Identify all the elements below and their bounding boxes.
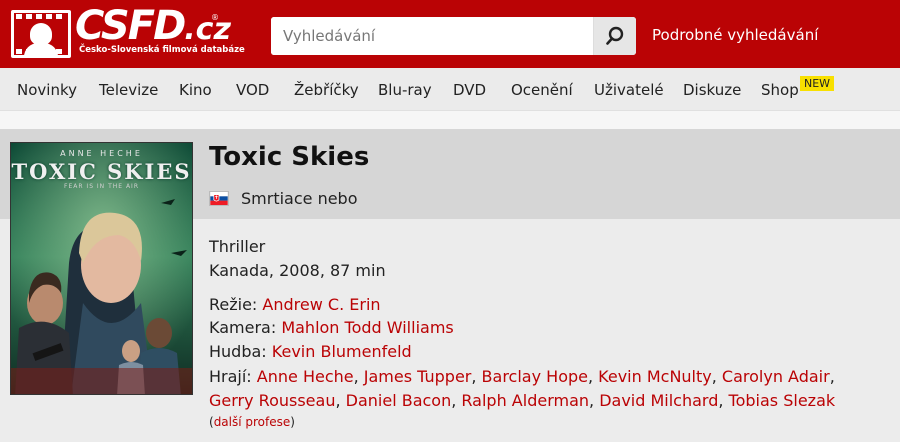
more-professions: (další profese) [209,415,295,429]
nav-item-diskuze[interactable]: Diskuze [683,81,741,99]
paren-close: ) [290,415,295,429]
poster-tagline: FEAR IS IN THE AIR [64,183,139,190]
nav-item-uzivatele[interactable]: Uživatelé [594,81,664,99]
cast-row: Hrají: Anne Heche, James Tupper, Barclay… [209,365,849,413]
camera-link[interactable]: Mahlon Todd Williams [281,318,453,337]
film-title: Toxic Skies [209,142,370,172]
cast-separator: , [451,391,462,410]
cast-link[interactable]: Carolyn Adair [722,367,830,386]
alt-title: Smrtiace nebo [241,189,358,208]
nav-item-kino[interactable]: Kino [179,81,212,99]
cast-separator: , [471,367,482,386]
person-icon-head [30,23,52,45]
nav-item-televize[interactable]: Televize [99,81,158,99]
nav-item-shop[interactable]: Shop [761,81,799,99]
film-genre: Thriller [209,237,266,256]
cast-label: Hrají: [209,367,252,386]
music-row: Hudba: Kevin Blumenfeld [209,342,412,361]
site-logo[interactable]: CSFD.cz ® Česko-Slovenská filmová databá… [11,4,245,60]
nav-item-novinky[interactable]: Novinky [17,81,77,99]
cast-separator: , [718,391,729,410]
nav-item-zebricky[interactable]: Žebříčky [294,81,359,99]
film-origin: Kanada, 2008, 87 min [209,261,386,280]
main-nav: Novinky Televize Kino VOD Žebříčky Blu-r… [0,68,900,111]
poster-actor-name: ANNE HECHE [60,149,143,158]
more-professions-link[interactable]: další profese [214,415,291,429]
poster-title: TOXIC SKIES [11,159,192,184]
cast-separator: , [711,367,722,386]
person-icon-body [24,43,58,57]
music-label: Hudba: [209,342,267,361]
camera-row: Kamera: Mahlon Todd Williams [209,318,454,337]
slovakia-flag-icon [209,191,229,206]
director-label: Režie: [209,295,258,314]
cast-link[interactable]: Anne Heche [257,367,354,386]
cast-separator: , [353,367,364,386]
cast-separator: , [589,391,600,410]
nav-item-bluray[interactable]: Blu-ray [378,81,432,99]
cast-link[interactable]: Gerry Rousseau [209,391,335,410]
cast-link[interactable]: James Tupper [364,367,472,386]
search-input[interactable] [271,17,593,55]
nav-item-vod[interactable]: VOD [236,81,269,99]
nav-item-dvd[interactable]: DVD [453,81,486,99]
search-button[interactable] [593,17,636,55]
search-icon [606,26,624,45]
cast-link[interactable]: Ralph Alderman [461,391,589,410]
film-strip-icon [11,10,71,58]
new-badge: NEW [800,76,835,91]
director-row: Režie: Andrew C. Erin [209,295,381,314]
film-poster[interactable]: ANNE HECHE TOXIC SKIES FEAR IS IN THE AI… [10,142,193,395]
search-box [271,17,636,55]
advanced-search-link[interactable]: Podrobné vyhledávání [652,26,818,44]
cast-link[interactable]: Barclay Hope [482,367,588,386]
camera-label: Kamera: [209,318,277,337]
cast-separator: , [335,391,346,410]
nav-spacer [0,111,900,129]
cast-link[interactable]: Kevin McNulty [598,367,712,386]
director-link[interactable]: Andrew C. Erin [262,295,380,314]
registered-mark: ® [211,13,219,22]
cast-separator: , [829,367,835,386]
logo-tagline: Česko-Slovenská filmová databáze [79,45,245,55]
cast-separator: , [587,367,599,386]
cast-link[interactable]: David Milchard [599,391,718,410]
site-header: CSFD.cz ® Česko-Slovenská filmová databá… [0,0,900,68]
cast-link[interactable]: Tobias Slezak [729,391,836,410]
cast-link[interactable]: Daniel Bacon [346,391,452,410]
nav-item-oceneni[interactable]: Ocenění [511,81,573,99]
music-link[interactable]: Kevin Blumenfeld [272,342,412,361]
